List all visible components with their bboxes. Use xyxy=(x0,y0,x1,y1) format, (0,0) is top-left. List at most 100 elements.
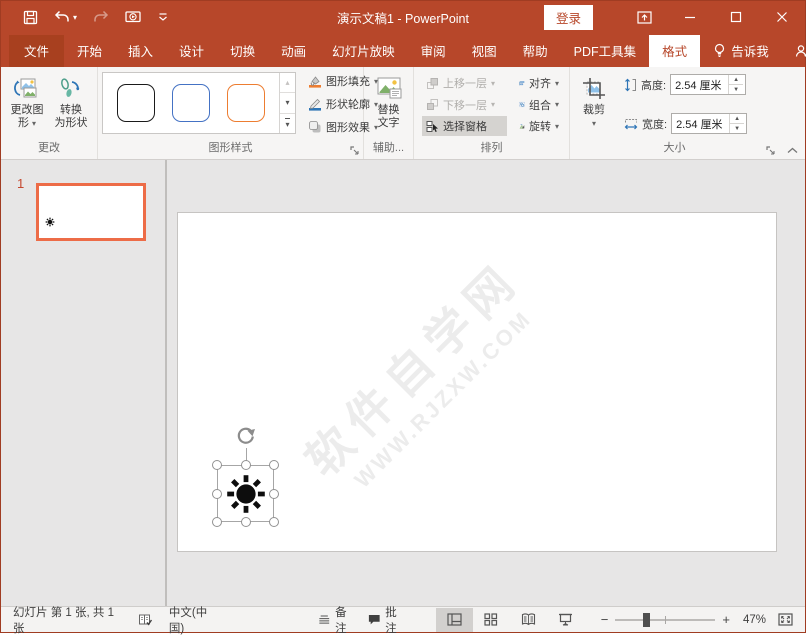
rotate-button[interactable]: 旋转 ▾ xyxy=(515,116,563,136)
save-button[interactable] xyxy=(23,10,38,25)
slide-counter[interactable]: 幻灯片 第 1 张, 共 1 张 xyxy=(7,607,124,632)
window-controls: 登录 xyxy=(544,1,805,33)
styles-dialog-launcher[interactable] xyxy=(350,146,360,156)
slideshow-view-button[interactable] xyxy=(547,608,584,632)
convert-label-line2: 为形状 xyxy=(55,117,88,130)
style-swatch-black[interactable] xyxy=(117,84,155,122)
undo-icon xyxy=(54,10,70,24)
resize-handle-n[interactable] xyxy=(241,460,251,470)
crop-button[interactable]: 裁剪 ▾ xyxy=(574,70,614,140)
sun-shape-selection[interactable] xyxy=(217,465,274,522)
chevron-down-icon xyxy=(158,12,168,22)
comments-icon xyxy=(368,613,381,626)
zoom-slider-handle[interactable] xyxy=(643,613,650,627)
graphic-fill-icon xyxy=(308,74,322,88)
align-button[interactable]: 对齐 ▾ xyxy=(515,73,563,93)
alt-text-label-line1: 替换 xyxy=(378,104,400,117)
language-indicator[interactable]: 中文(中国) xyxy=(163,607,224,632)
zoom-slider-track[interactable] xyxy=(615,619,715,621)
width-input[interactable] xyxy=(672,114,729,133)
start-slideshow-button[interactable] xyxy=(125,10,142,25)
group-change-label: 更改 xyxy=(1,140,97,159)
reading-view-button[interactable] xyxy=(510,608,547,632)
tab-pdf-tools[interactable]: PDF工具集 xyxy=(561,35,650,67)
tab-file[interactable]: 文件 xyxy=(9,35,64,67)
resize-handle-se[interactable] xyxy=(269,517,279,527)
comments-label: 批注 xyxy=(385,604,406,636)
selection-pane-icon xyxy=(426,120,439,133)
height-increment-button[interactable]: ▲ xyxy=(729,75,743,84)
resize-handle-sw[interactable] xyxy=(212,517,222,527)
gallery-scroll-down-button[interactable]: ▾ xyxy=(280,92,295,113)
convert-to-shape-button[interactable]: 转换 为形状 xyxy=(49,70,93,140)
send-backward-button[interactable]: 下移一层 ▾ xyxy=(422,95,507,115)
spellcheck-button[interactable] xyxy=(132,607,159,632)
chevron-up-icon xyxy=(787,147,798,154)
tab-format[interactable]: 格式 xyxy=(649,35,700,67)
resize-handle-w[interactable] xyxy=(212,489,222,499)
reading-view-icon xyxy=(521,613,536,626)
alt-text-button[interactable]: 替换 文字 xyxy=(368,70,409,140)
tab-review[interactable]: 审阅 xyxy=(408,35,459,67)
group-size: 裁剪 ▾ 高度: ▲ ▼ xyxy=(570,67,779,159)
resize-handle-s[interactable] xyxy=(241,517,251,527)
tab-insert[interactable]: 插入 xyxy=(115,35,166,67)
person-add-icon xyxy=(795,44,806,58)
share-button[interactable]: 共享 xyxy=(782,35,806,67)
close-button[interactable] xyxy=(759,1,805,33)
zoom-level[interactable]: 47% xyxy=(737,614,772,626)
style-swatch-orange[interactable] xyxy=(227,84,265,122)
fit-to-window-button[interactable] xyxy=(772,607,799,632)
watermark-text: 软件自学网 xyxy=(288,244,533,489)
rotate-handle[interactable] xyxy=(235,424,257,449)
selection-pane-label: 选择窗格 xyxy=(443,118,487,134)
save-icon xyxy=(23,10,38,25)
tab-design[interactable]: 设计 xyxy=(166,35,217,67)
notes-button[interactable]: 备注 xyxy=(312,607,362,632)
gallery-scroll-up-button[interactable]: ▴ xyxy=(280,73,295,92)
change-graphic-button[interactable]: 更改图 形 ▾ xyxy=(5,70,49,140)
tab-view[interactable]: 视图 xyxy=(459,35,510,67)
size-dialog-launcher[interactable] xyxy=(766,146,776,156)
gallery-more-button[interactable]: ▾ xyxy=(280,114,295,133)
sun-shape[interactable] xyxy=(224,472,268,519)
height-decrement-button[interactable]: ▼ xyxy=(729,84,743,94)
bring-forward-icon xyxy=(426,77,439,90)
maximize-button[interactable] xyxy=(713,1,759,33)
selection-pane-button[interactable]: 选择窗格 xyxy=(422,116,507,136)
width-icon xyxy=(624,117,638,130)
resize-handle-e[interactable] xyxy=(269,489,279,499)
send-backward-icon xyxy=(426,98,439,111)
normal-view-button[interactable] xyxy=(436,608,473,632)
slide-sorter-view-button[interactable] xyxy=(473,608,510,632)
height-input[interactable] xyxy=(671,75,728,94)
minimize-button[interactable] xyxy=(667,1,713,33)
width-increment-button[interactable]: ▲ xyxy=(730,114,744,123)
group-button[interactable]: 组合 ▾ xyxy=(515,95,563,115)
zoom-out-button[interactable]: − xyxy=(594,612,616,627)
tab-tell-me[interactable]: 告诉我 xyxy=(700,35,782,67)
group-graphic-styles-label: 图形样式 xyxy=(98,140,363,159)
width-decrement-button[interactable]: ▼ xyxy=(730,123,744,133)
slide-editing-area: 软件自学网 WWW.RJZXW.COM xyxy=(167,160,805,606)
ribbon-display-options-button[interactable] xyxy=(621,1,667,33)
tab-transitions[interactable]: 切换 xyxy=(217,35,268,67)
slide-thumbnail[interactable] xyxy=(36,183,146,241)
zoom-in-button[interactable]: + xyxy=(715,612,737,627)
bring-forward-button[interactable]: 上移一层 ▾ xyxy=(422,73,507,93)
resize-handle-ne[interactable] xyxy=(269,460,279,470)
sign-in-button[interactable]: 登录 xyxy=(544,5,593,30)
redo-button[interactable] xyxy=(93,10,109,24)
tab-animations[interactable]: 动画 xyxy=(268,35,319,67)
tab-home[interactable]: 开始 xyxy=(64,35,115,67)
tab-slideshow[interactable]: 幻灯片放映 xyxy=(319,35,408,67)
collapse-ribbon-button[interactable] xyxy=(779,67,805,159)
tab-help[interactable]: 帮助 xyxy=(510,35,561,67)
style-swatch-blue[interactable] xyxy=(172,84,210,122)
resize-handle-nw[interactable] xyxy=(212,460,222,470)
customize-qat-button[interactable] xyxy=(158,12,168,22)
comments-button[interactable]: 批注 xyxy=(362,607,412,632)
rotate-icon xyxy=(519,120,525,133)
group-change: 更改图 形 ▾ 转换 为形状 更改 xyxy=(1,67,98,159)
undo-button[interactable]: ▾ xyxy=(54,10,77,24)
